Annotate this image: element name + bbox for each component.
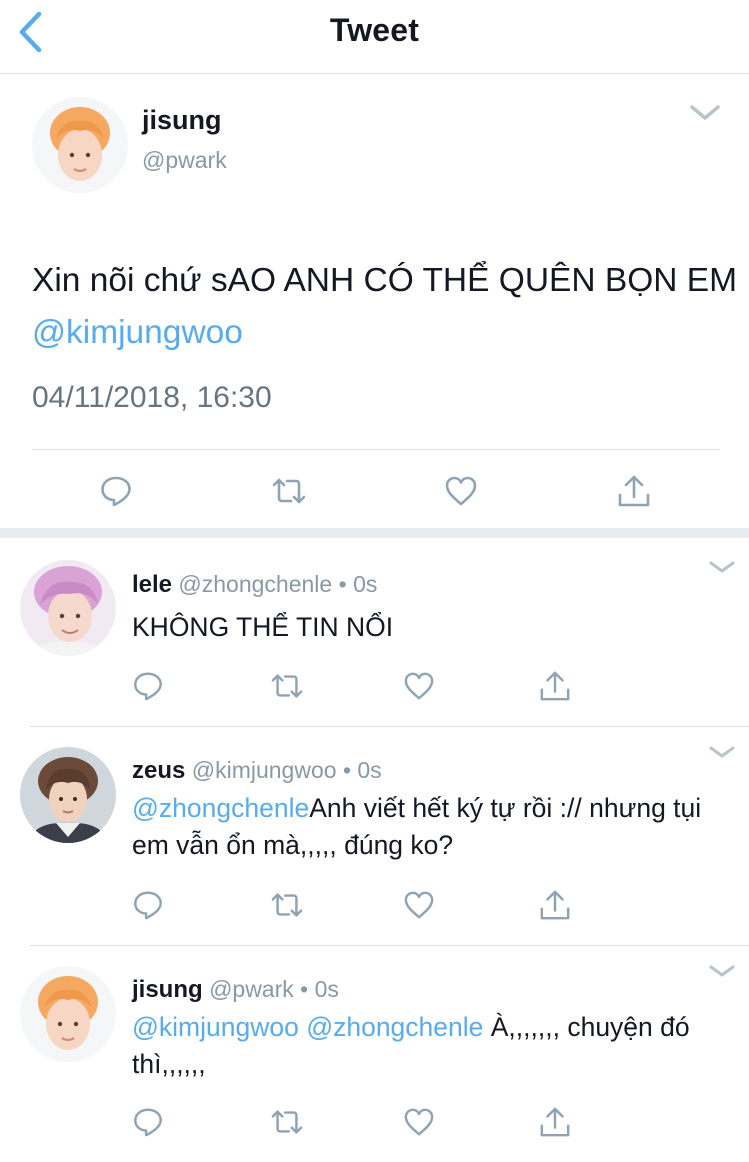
like-button[interactable] (401, 668, 437, 704)
meta-separator: • (342, 757, 351, 783)
reply-tweet: zeus @kimjungwoo • 0s @zhongchenleAnh vi… (0, 727, 749, 945)
share-icon (540, 671, 570, 701)
like-button[interactable] (401, 1104, 437, 1140)
share-button[interactable] (537, 668, 573, 704)
divider (32, 449, 720, 450)
author-name[interactable]: zeus (132, 757, 185, 784)
author-handle[interactable]: @zhongchenle (178, 571, 332, 597)
retweet-icon (271, 674, 303, 698)
like-heart-icon (445, 476, 477, 506)
avatar[interactable] (20, 966, 116, 1062)
retweet-icon (271, 893, 303, 917)
reply-actions (0, 887, 749, 923)
reply-tweet: jisung @pwark • 0s @kimjungwoo @zhongche… (0, 946, 749, 1162)
reply-text: @kimjungwoo @zhongchenle À,,,,,,, chuyện… (132, 1009, 744, 1083)
reply-icon (134, 672, 162, 701)
author-handle[interactable]: @pwark (142, 147, 227, 174)
meta-separator: • (338, 571, 347, 597)
reply-icon (134, 1108, 162, 1137)
reply-actions (0, 1104, 749, 1140)
retweet-button[interactable] (271, 473, 307, 509)
avatar[interactable] (20, 747, 116, 843)
reply-header: zeus @kimjungwoo • 0s (132, 757, 382, 785)
chevron-down-icon (709, 746, 735, 758)
mention-link[interactable]: @zhongchenle (132, 793, 309, 823)
reply-button[interactable] (130, 887, 166, 923)
share-icon (540, 1107, 570, 1137)
author-name[interactable]: lele (132, 571, 172, 598)
share-icon (618, 475, 650, 507)
reply-time: 0s (357, 757, 382, 783)
retweet-icon (271, 1110, 303, 1134)
share-button[interactable] (537, 1104, 573, 1140)
page-title: Tweet (329, 12, 420, 48)
author-name[interactable]: jisung (132, 976, 203, 1003)
share-icon (540, 890, 570, 920)
reply-time: 0s (314, 976, 339, 1002)
tweet-options-button[interactable] (707, 558, 737, 576)
chevron-down-icon (709, 965, 735, 977)
reply-tweet: lele @zhongchenle • 0s KHÔNG THỂ TIN NỔI (0, 548, 749, 726)
reply-button[interactable] (98, 473, 134, 509)
tweet-timestamp: 04/11/2018, 16:30 (32, 381, 272, 414)
chevron-down-icon (709, 561, 735, 573)
reply-button[interactable] (130, 1104, 166, 1140)
tweet-options-button[interactable] (707, 962, 737, 980)
reply-text: KHÔNG THỂ TIN NỔI (132, 609, 744, 646)
tweet-body: Xin nõi chứ sAO ANH CÓ THỂ QUÊN BỌN EM (32, 262, 738, 299)
reply-header: jisung @pwark • 0s (132, 976, 339, 1004)
author-handle[interactable]: @kimjungwoo (192, 757, 337, 783)
avatar[interactable] (32, 97, 128, 193)
author-handle[interactable]: @pwark (209, 976, 294, 1002)
retweet-button[interactable] (269, 1104, 305, 1140)
tweet-text: Xin nõi chứ sAO ANH CÓ THỂ QUÊN BỌN EM @… (32, 255, 744, 359)
tweet-options-button[interactable] (707, 743, 737, 761)
share-button[interactable] (616, 473, 652, 509)
reply-icon (134, 891, 162, 920)
reply-header: lele @zhongchenle • 0s (132, 571, 377, 599)
chevron-down-icon (690, 105, 720, 120)
main-tweet: jisung @pwark Xin nõi chứ sAO ANH CÓ THỂ… (0, 75, 749, 538)
like-heart-icon (404, 672, 434, 700)
retweet-button[interactable] (269, 668, 305, 704)
mention-link[interactable]: @kimjungwoo (32, 314, 243, 351)
like-heart-icon (404, 891, 434, 919)
reply-button[interactable] (130, 668, 166, 704)
avatar[interactable] (20, 560, 116, 656)
like-button[interactable] (443, 473, 479, 509)
reply-icon (101, 476, 131, 507)
top-navigation-bar: Tweet (0, 0, 749, 74)
like-button[interactable] (401, 887, 437, 923)
reply-actions (0, 668, 749, 704)
retweet-button[interactable] (269, 887, 305, 923)
retweet-icon (272, 478, 306, 504)
reply-body: KHÔNG THỂ TIN NỔI (132, 612, 394, 642)
reply-text: @zhongchenleAnh viết hết ký tự rồi :// n… (132, 790, 744, 864)
meta-separator: • (300, 976, 309, 1002)
author-name[interactable]: jisung (142, 105, 222, 136)
tweet-options-button[interactable] (688, 101, 722, 123)
share-button[interactable] (537, 887, 573, 923)
like-heart-icon (404, 1108, 434, 1136)
mention-link[interactable]: @kimjungwoo @zhongchenle (132, 1012, 483, 1042)
reply-time: 0s (353, 571, 378, 597)
tweet-actions (0, 473, 749, 513)
